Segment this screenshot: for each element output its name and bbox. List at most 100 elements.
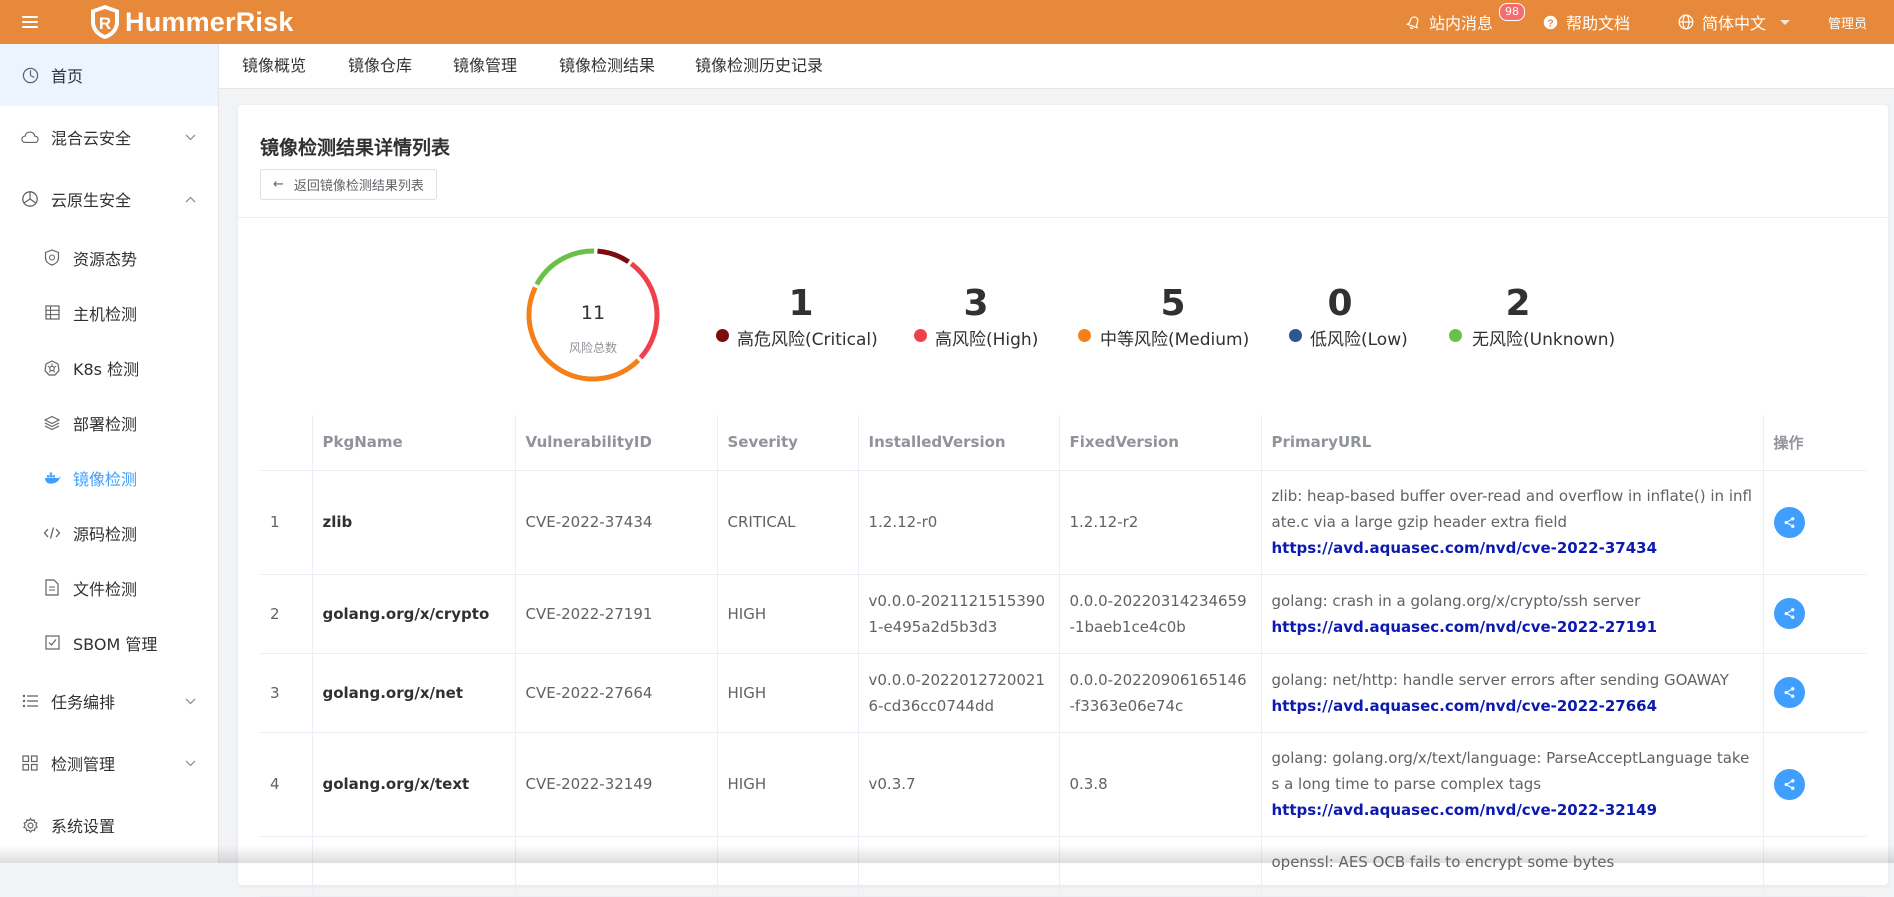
sidebar: 首页 混合云安全 云原生安全 资源态势 主机检测 K8s 检测 部署检测 镜像检… bbox=[0, 44, 219, 863]
column-header-installed-version[interactable]: InstalledVersion bbox=[858, 415, 1060, 471]
share-button[interactable] bbox=[1773, 506, 1805, 538]
share-button[interactable] bbox=[1773, 677, 1805, 708]
share-icon bbox=[1784, 778, 1794, 790]
primary-url-link[interactable]: https://avd.aquasec.com/nvd/cve-2022-321… bbox=[1272, 797, 1753, 823]
grid-icon bbox=[21, 754, 39, 772]
row-index: 2 bbox=[260, 574, 313, 654]
stat-count: 5 bbox=[1160, 283, 1186, 324]
installed-version: v0.3.7 bbox=[858, 732, 1060, 837]
sidebar-item-cloud-native[interactable]: 云原生安全 bbox=[0, 168, 218, 230]
sidebar-item-k8s-check[interactable]: K8s 检测 bbox=[0, 340, 218, 395]
risk-total-label: 风险总数 bbox=[568, 341, 617, 355]
column-header-primary-url[interactable]: PrimaryURL bbox=[1261, 415, 1764, 471]
primary-url-cell: zlib: heap-based buffer over-read and ov… bbox=[1261, 470, 1764, 575]
share-icon bbox=[1784, 687, 1794, 698]
share-icon bbox=[1784, 516, 1794, 528]
window-bottom-shadow bbox=[0, 845, 1894, 863]
pkg-name: golang.org/x/text bbox=[312, 732, 516, 837]
low-dot-icon bbox=[1289, 329, 1302, 342]
docker-icon bbox=[43, 469, 61, 487]
sidebar-item-label: K8s 检测 bbox=[73, 359, 140, 379]
site-messages-button[interactable]: 站内消息 bbox=[1406, 0, 1493, 44]
sidebar-item-resource-posture[interactable]: 资源态势 bbox=[0, 230, 218, 285]
primary-url-link[interactable]: https://avd.aquasec.com/nvd/cve-2022-271… bbox=[1272, 614, 1753, 640]
installed-version: v0.0.0-20220127200216-cd36cc0744dd bbox=[858, 653, 1060, 733]
sidebar-item-host-check[interactable]: 主机检测 bbox=[0, 285, 218, 340]
vulnerability-table: PkgName VulnerabilityID Severity Install… bbox=[260, 415, 1866, 897]
user-menu[interactable]: 管理员 bbox=[1828, 0, 1867, 44]
globe-icon bbox=[1678, 14, 1694, 30]
actions-cell bbox=[1763, 653, 1866, 733]
primary-url-link[interactable]: https://avd.aquasec.com/nvd/cve-2022-374… bbox=[1272, 535, 1753, 561]
column-header-fixed-version[interactable]: FixedVersion bbox=[1059, 415, 1262, 471]
donut-segment-0 bbox=[597, 248, 630, 264]
svg-text:R: R bbox=[99, 14, 111, 33]
installed-version: 1.2.12-r0 bbox=[858, 470, 1060, 575]
primary-url-cell: golang: golang.org/x/text/language: Pars… bbox=[1261, 732, 1764, 837]
tab-image-overview[interactable]: 镜像概览 bbox=[242, 44, 306, 88]
pkg-name: golang.org/x/net bbox=[312, 653, 516, 733]
vulnerability-id: CVE-2022-32149 bbox=[515, 732, 718, 837]
fixed-version: 0.3.8 bbox=[1059, 732, 1262, 837]
app-logo[interactable]: R HummerRisk bbox=[88, 0, 294, 44]
tab-image-check-results[interactable]: 镜像检测结果 bbox=[559, 44, 655, 88]
sidebar-item-code-check[interactable]: 源码检测 bbox=[0, 505, 218, 560]
stat-count: 3 bbox=[963, 283, 989, 324]
sidebar-item-label: 首页 bbox=[51, 67, 84, 86]
list-icon bbox=[21, 692, 39, 710]
sidebar-item-hybrid-cloud[interactable]: 混合云安全 bbox=[0, 106, 218, 168]
vulnerability-description: golang: net/http: handle server errors a… bbox=[1271, 670, 1729, 689]
column-header-index bbox=[260, 415, 313, 471]
chevron-down-icon bbox=[185, 760, 196, 766]
risk-total-count: 11 bbox=[580, 302, 606, 324]
share-button[interactable] bbox=[1773, 768, 1805, 800]
cloud-native-icon bbox=[21, 190, 39, 208]
primary-url-cell: golang: net/http: handle server errors a… bbox=[1261, 653, 1764, 733]
sidebar-item-sbom[interactable]: SBOM 管理 bbox=[0, 615, 218, 670]
column-header-severity[interactable]: Severity bbox=[717, 415, 859, 471]
sidebar-item-home[interactable]: 首页 bbox=[0, 44, 218, 106]
sidebar-item-deploy-check[interactable]: 部署检测 bbox=[0, 395, 218, 450]
menu-toggle-icon[interactable] bbox=[20, 12, 42, 32]
table-header-row: PkgName VulnerabilityID Severity Install… bbox=[260, 415, 1866, 471]
caret-down-icon bbox=[1780, 19, 1791, 25]
back-to-results-button[interactable]: ← 返回镜像检测结果列表 bbox=[260, 169, 437, 200]
tab-image-management[interactable]: 镜像管理 bbox=[453, 44, 517, 88]
actions-cell bbox=[1763, 470, 1866, 575]
column-header-actions: 操作 bbox=[1763, 415, 1866, 471]
sidebar-item-image-check[interactable]: 镜像检测 bbox=[0, 450, 218, 505]
tab-image-repository[interactable]: 镜像仓库 bbox=[348, 44, 412, 88]
back-button-label: 返回镜像检测结果列表 bbox=[293, 179, 424, 194]
stat-label: 无风险(Unknown) bbox=[1472, 330, 1616, 350]
svg-text:?: ? bbox=[1547, 18, 1553, 29]
row-index: 3 bbox=[260, 653, 313, 733]
vulnerability-description: golang: golang.org/x/text/language: Pars… bbox=[1271, 749, 1750, 793]
gear-icon bbox=[21, 816, 39, 834]
sidebar-item-detection-mgmt[interactable]: 检测管理 bbox=[0, 732, 218, 794]
share-button[interactable] bbox=[1773, 598, 1805, 629]
medium-dot-icon bbox=[1078, 329, 1091, 342]
table-row: 3 golang.org/x/net CVE-2022-27664 HIGH v… bbox=[260, 653, 1866, 733]
pkg-name: golang.org/x/crypto bbox=[312, 574, 516, 654]
language-selector[interactable]: 简体中文 bbox=[1678, 0, 1791, 44]
shield-icon bbox=[43, 249, 61, 267]
cloud-icon bbox=[21, 128, 39, 146]
app-name: HummerRisk bbox=[125, 6, 294, 37]
sidebar-item-label: 任务编排 bbox=[51, 693, 116, 712]
column-header-pkgname[interactable]: PkgName bbox=[312, 415, 516, 471]
tab-image-check-history[interactable]: 镜像检测历史记录 bbox=[695, 44, 823, 88]
sidebar-item-file-check[interactable]: 文件检测 bbox=[0, 560, 218, 615]
fixed-version: 0.0.0-20220906165146-f3363e06e74c bbox=[1059, 653, 1262, 733]
question-circle-icon: ? bbox=[1543, 15, 1558, 29]
share-icon bbox=[1784, 608, 1794, 619]
column-header-vulnerability-id[interactable]: VulnerabilityID bbox=[515, 415, 718, 471]
table-row: 1 zlib CVE-2022-37434 CRITICAL 1.2.12-r0… bbox=[260, 470, 1866, 575]
help-docs-label: 帮助文档 bbox=[1566, 14, 1631, 33]
checkbox-icon bbox=[43, 634, 61, 652]
primary-url-link[interactable]: https://avd.aquasec.com/nvd/cve-2022-276… bbox=[1272, 693, 1753, 719]
server-icon bbox=[43, 304, 61, 322]
help-docs-button[interactable]: ? 帮助文档 bbox=[1543, 0, 1630, 44]
chevron-down-icon bbox=[185, 134, 196, 140]
high-dot-icon bbox=[914, 329, 927, 342]
sidebar-item-task-orchestration[interactable]: 任务编排 bbox=[0, 670, 218, 732]
